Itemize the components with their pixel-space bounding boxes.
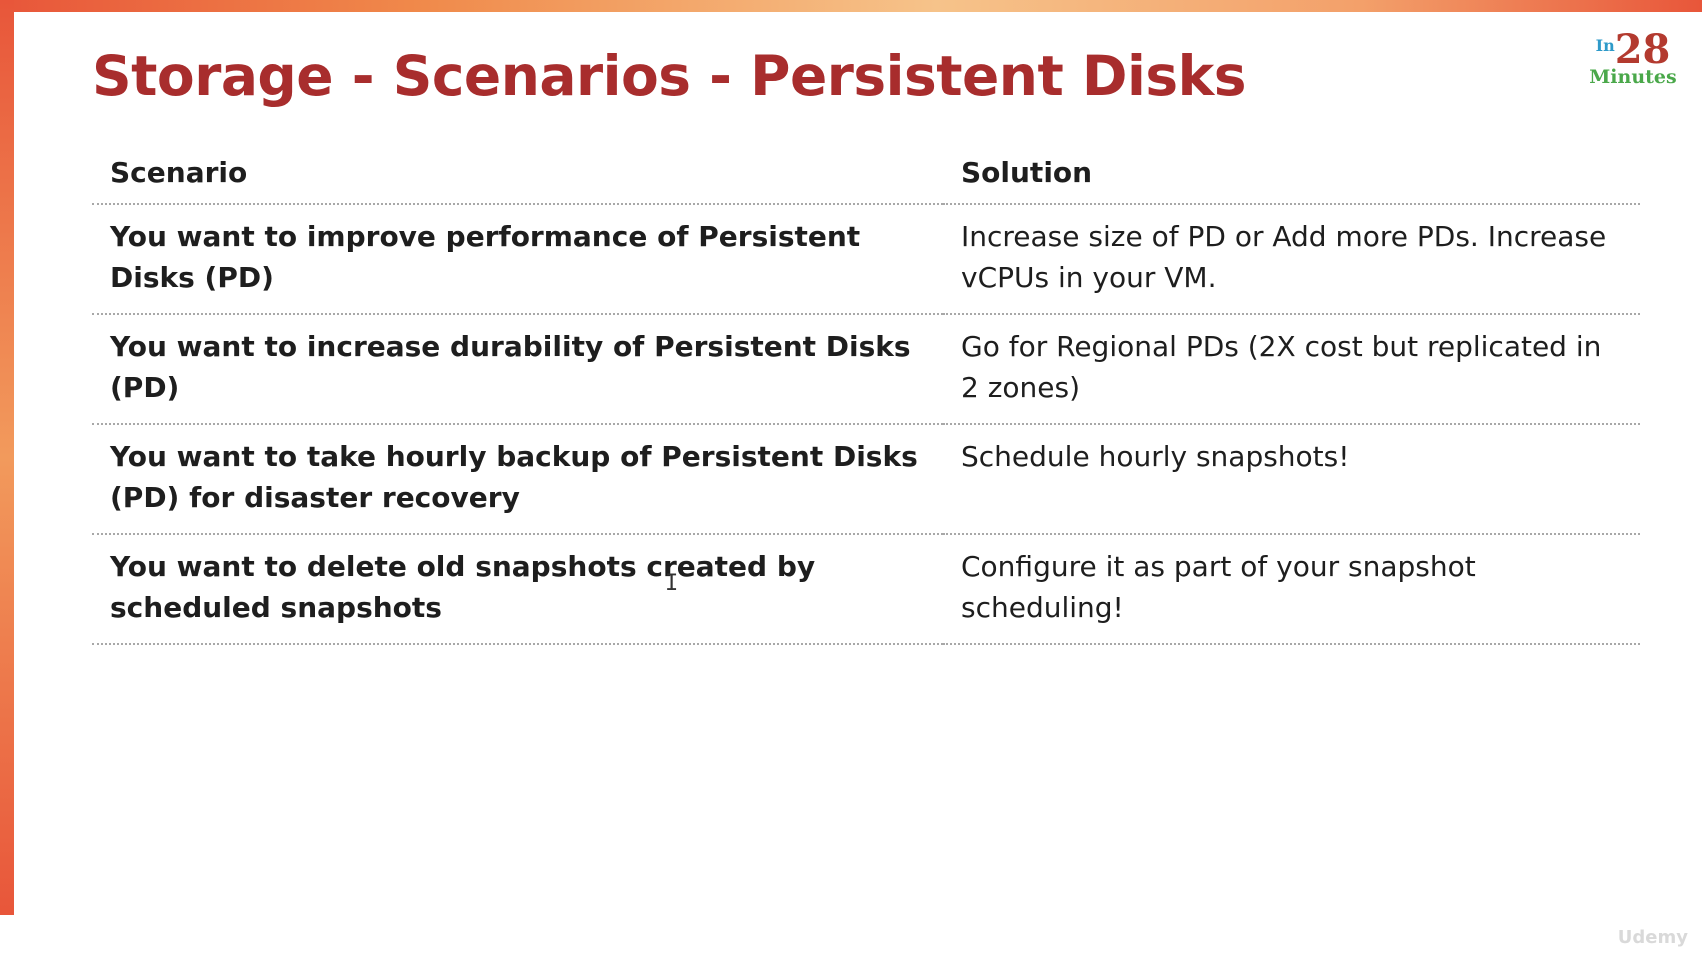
slide-title: Storage - Scenarios - Persistent Disks <box>92 44 1246 108</box>
table-header-row: Scenario Solution <box>92 142 1640 205</box>
text-cursor-icon: I <box>665 571 679 596</box>
table-row: You want to take hourly backup of Persis… <box>92 424 1640 535</box>
scenario-cell: You want to delete old snapshots created… <box>92 534 943 645</box>
scenario-cell: You want to take hourly backup of Persis… <box>92 424 943 535</box>
logo-suffix: Minutes <box>1589 66 1677 88</box>
table-row: You want to increase durability of Persi… <box>92 314 1640 425</box>
header-solution: Solution <box>943 142 1640 205</box>
logo-prefix: In <box>1595 36 1615 55</box>
table-row: You want to improve performance of Persi… <box>92 204 1640 315</box>
solution-cell: Schedule hourly snapshots! <box>943 424 1640 535</box>
solution-cell: Go for Regional PDs (2X cost but replica… <box>943 314 1640 425</box>
header-scenario: Scenario <box>92 142 943 205</box>
solution-cell: Configure it as part of your snapshot sc… <box>943 534 1640 645</box>
scenario-table: Scenario Solution You want to improve pe… <box>92 142 1640 645</box>
scenario-cell: You want to improve performance of Persi… <box>92 204 943 315</box>
udemy-watermark: Udemy <box>1617 927 1688 948</box>
table-row: You want to delete old snapshots created… <box>92 534 1640 645</box>
left-accent-bar <box>0 0 14 915</box>
slide: Storage - Scenarios - Persistent Disks I… <box>0 0 1702 958</box>
solution-cell: Increase size of PD or Add more PDs. Inc… <box>943 204 1640 315</box>
scenario-cell: You want to increase durability of Persi… <box>92 314 943 425</box>
in28minutes-logo: In28 Minutes <box>1588 30 1678 89</box>
top-accent-bar <box>0 0 1702 12</box>
